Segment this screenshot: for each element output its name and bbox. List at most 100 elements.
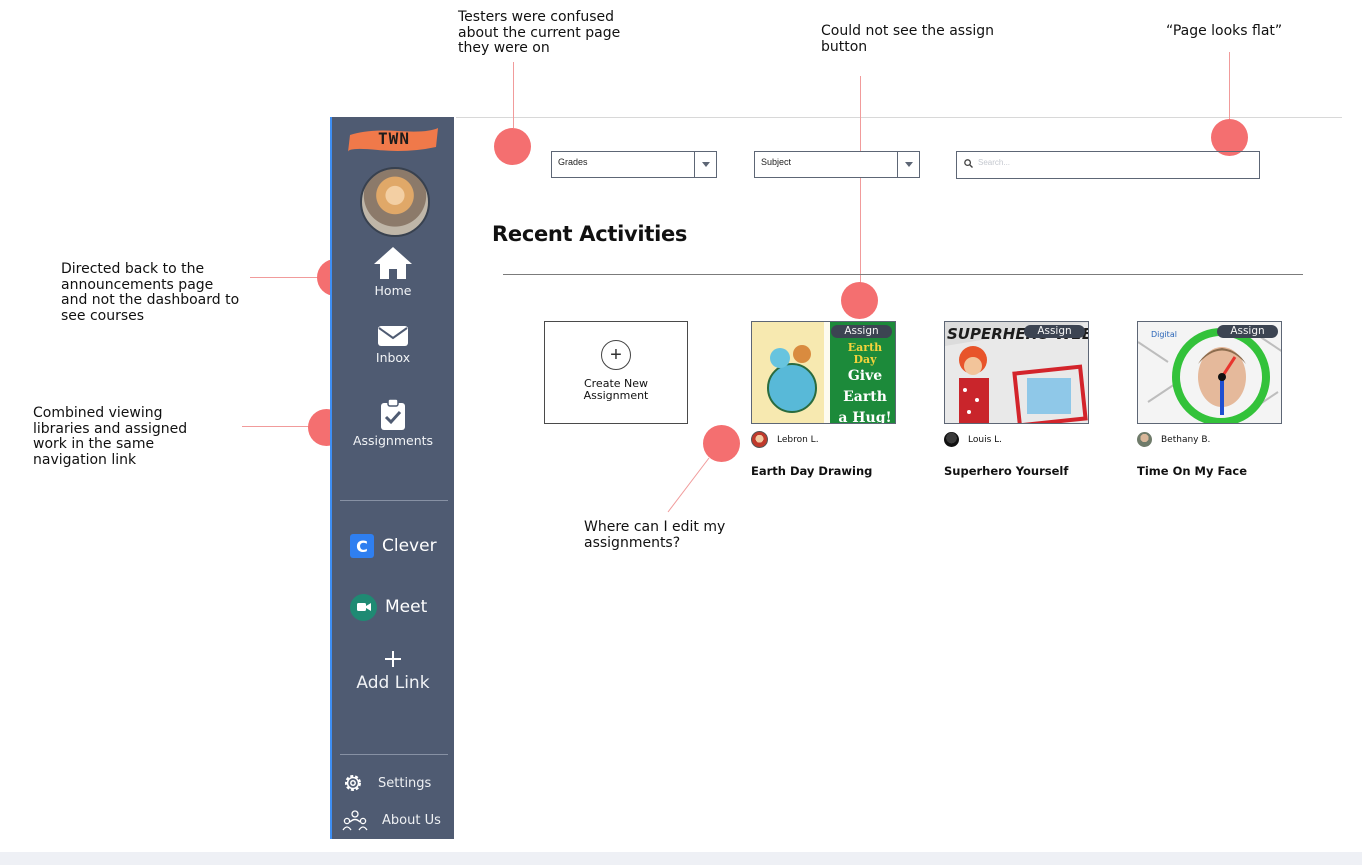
author-avatar	[1137, 432, 1152, 447]
nav-meet[interactable]: Meet	[350, 593, 427, 621]
annotation-dot	[494, 128, 531, 165]
activity-card[interactable]: Digital Assign Bethany B. Time On My Fac…	[1137, 321, 1282, 478]
subject-select[interactable]: Subject	[754, 151, 920, 178]
assign-button[interactable]: Assign	[1217, 325, 1278, 338]
sidebar-divider	[340, 500, 448, 501]
annotation-line: Testers were confused	[458, 9, 614, 25]
thumbnail-caption-line: a Hug!	[838, 410, 892, 424]
thumbnail-caption: Digital	[1151, 330, 1177, 339]
annotation-connector	[1229, 52, 1230, 120]
nav-assignments-label: Assignments	[352, 433, 434, 448]
gear-icon	[345, 775, 361, 791]
author-name: Louis L.	[968, 434, 1002, 445]
annotation-line: libraries and assigned	[33, 420, 188, 437]
annotation-dot	[841, 282, 878, 319]
activity-thumbnail[interactable]: SUPERHERO WEE Assign	[944, 321, 1089, 424]
author-avatar	[944, 432, 959, 447]
annotation-line: see courses	[61, 307, 145, 324]
thumbnail-caption: Earth Day Give Earth a Hug!	[836, 342, 894, 424]
annotation-connector	[250, 277, 318, 278]
top-divider	[456, 117, 1342, 118]
annotation-line: and not the dashboard to	[61, 292, 240, 308]
search-icon	[964, 159, 973, 168]
nav-settings-label: Settings	[378, 775, 432, 791]
create-assignment-label: Create New Assignment	[545, 378, 687, 402]
logo[interactable]: TWN	[348, 125, 440, 155]
grades-select-value: Grades	[558, 157, 588, 167]
annotation-line: Combined viewing	[33, 405, 163, 421]
assign-button[interactable]: Assign	[1024, 325, 1085, 338]
create-label-line: Assignment	[583, 389, 649, 402]
plus-circle-icon: +	[601, 340, 631, 370]
bottom-strip	[0, 852, 1362, 865]
annotation-connector	[513, 62, 514, 128]
nav-clever[interactable]: C Clever	[350, 532, 437, 560]
annotation-connector	[242, 426, 309, 427]
author-name: Bethany B.	[1161, 434, 1211, 445]
nav-inbox[interactable]: Inbox	[332, 324, 454, 365]
thumbnail-caption-line: Give	[847, 368, 883, 384]
card-author: Louis L.	[944, 431, 1002, 448]
annotation-line: assignments?	[584, 534, 681, 551]
annotation-line: navigation link	[33, 451, 137, 468]
envelope-icon	[378, 326, 408, 346]
nav-clever-label: Clever	[382, 536, 437, 556]
search-input[interactable]: Search...	[956, 151, 1260, 179]
avatar[interactable]	[360, 167, 430, 237]
nav-add-link-label: Add Link	[356, 673, 430, 693]
card-author: Lebron L.	[751, 431, 819, 448]
nav-home-label: Home	[374, 283, 412, 298]
chevron-down-icon	[897, 152, 919, 177]
create-assignment-card[interactable]: + Create New Assignment	[544, 321, 688, 424]
annotation-line: “Page looks flat”	[1166, 23, 1283, 39]
author-name: Lebron L.	[777, 434, 819, 445]
activity-thumbnail[interactable]: Digital Assign	[1137, 321, 1282, 424]
nav-settings[interactable]: Settings	[342, 772, 431, 794]
nav-inbox-label: Inbox	[375, 350, 411, 365]
search-placeholder: Search...	[978, 158, 1011, 167]
nav-home[interactable]: Home	[332, 245, 454, 298]
plus-icon	[385, 651, 401, 667]
annotation-line: work in the same	[33, 436, 155, 452]
sidebar-divider	[340, 754, 448, 755]
annotation-line: about the current page	[458, 24, 621, 41]
thumbnail-caption-line: Earth Day	[847, 341, 883, 366]
card-title[interactable]: Superhero Yourself	[944, 464, 1068, 478]
home-icon	[374, 247, 412, 279]
activity-card[interactable]: SUPERHERO WEE Assign Louis L. Superhero …	[944, 321, 1089, 478]
annotation-line: they were on	[458, 40, 550, 56]
annotation-current-page: Testers were confused about the current …	[458, 9, 621, 57]
heading-divider	[503, 274, 1303, 275]
meet-icon	[350, 593, 377, 621]
nav-add-link[interactable]: Add Link	[332, 649, 454, 693]
card-title[interactable]: Time On My Face	[1137, 464, 1247, 478]
activity-thumbnail[interactable]: Earth Day Give Earth a Hug! Assign	[751, 321, 896, 424]
nav-assignments[interactable]: Assignments	[332, 399, 454, 448]
annotation-line: Could not see the assign	[821, 23, 995, 39]
annotation-line: Where can I edit my	[584, 519, 726, 535]
card-author: Bethany B.	[1137, 431, 1210, 448]
nav-about-us-label: About Us	[382, 812, 441, 828]
people-icon	[342, 810, 368, 831]
grades-select[interactable]: Grades	[551, 151, 717, 178]
annotation-page-flat: “Page looks flat”	[1166, 23, 1283, 40]
annotation-dot	[703, 425, 740, 462]
card-title[interactable]: Earth Day Drawing	[751, 464, 872, 478]
nav-about-us[interactable]: About Us	[342, 809, 441, 831]
annotation-edit: Where can I edit my assignments?	[584, 519, 726, 551]
subject-select-value: Subject	[761, 157, 792, 167]
page-title: Recent Activities	[492, 222, 688, 246]
sidebar: TWN Home Inbox Assignments C Clever Meet…	[330, 117, 454, 839]
assign-button[interactable]: Assign	[831, 325, 892, 338]
annotation-assign-button: Could not see the assign button	[821, 23, 995, 55]
activity-card[interactable]: Earth Day Give Earth a Hug! Assign Lebro…	[751, 321, 896, 478]
clipboard-check-icon	[381, 399, 405, 430]
nav-meet-label: Meet	[385, 597, 428, 617]
logo-text: TWN	[378, 129, 410, 148]
thumbnail-caption-line: Earth	[843, 389, 887, 405]
annotation-assignments: Combined viewing libraries and assigned …	[33, 405, 188, 468]
clever-icon: C	[350, 534, 374, 558]
chevron-down-icon	[694, 152, 716, 177]
author-avatar	[751, 431, 768, 448]
annotation-line: announcements page	[61, 276, 214, 293]
